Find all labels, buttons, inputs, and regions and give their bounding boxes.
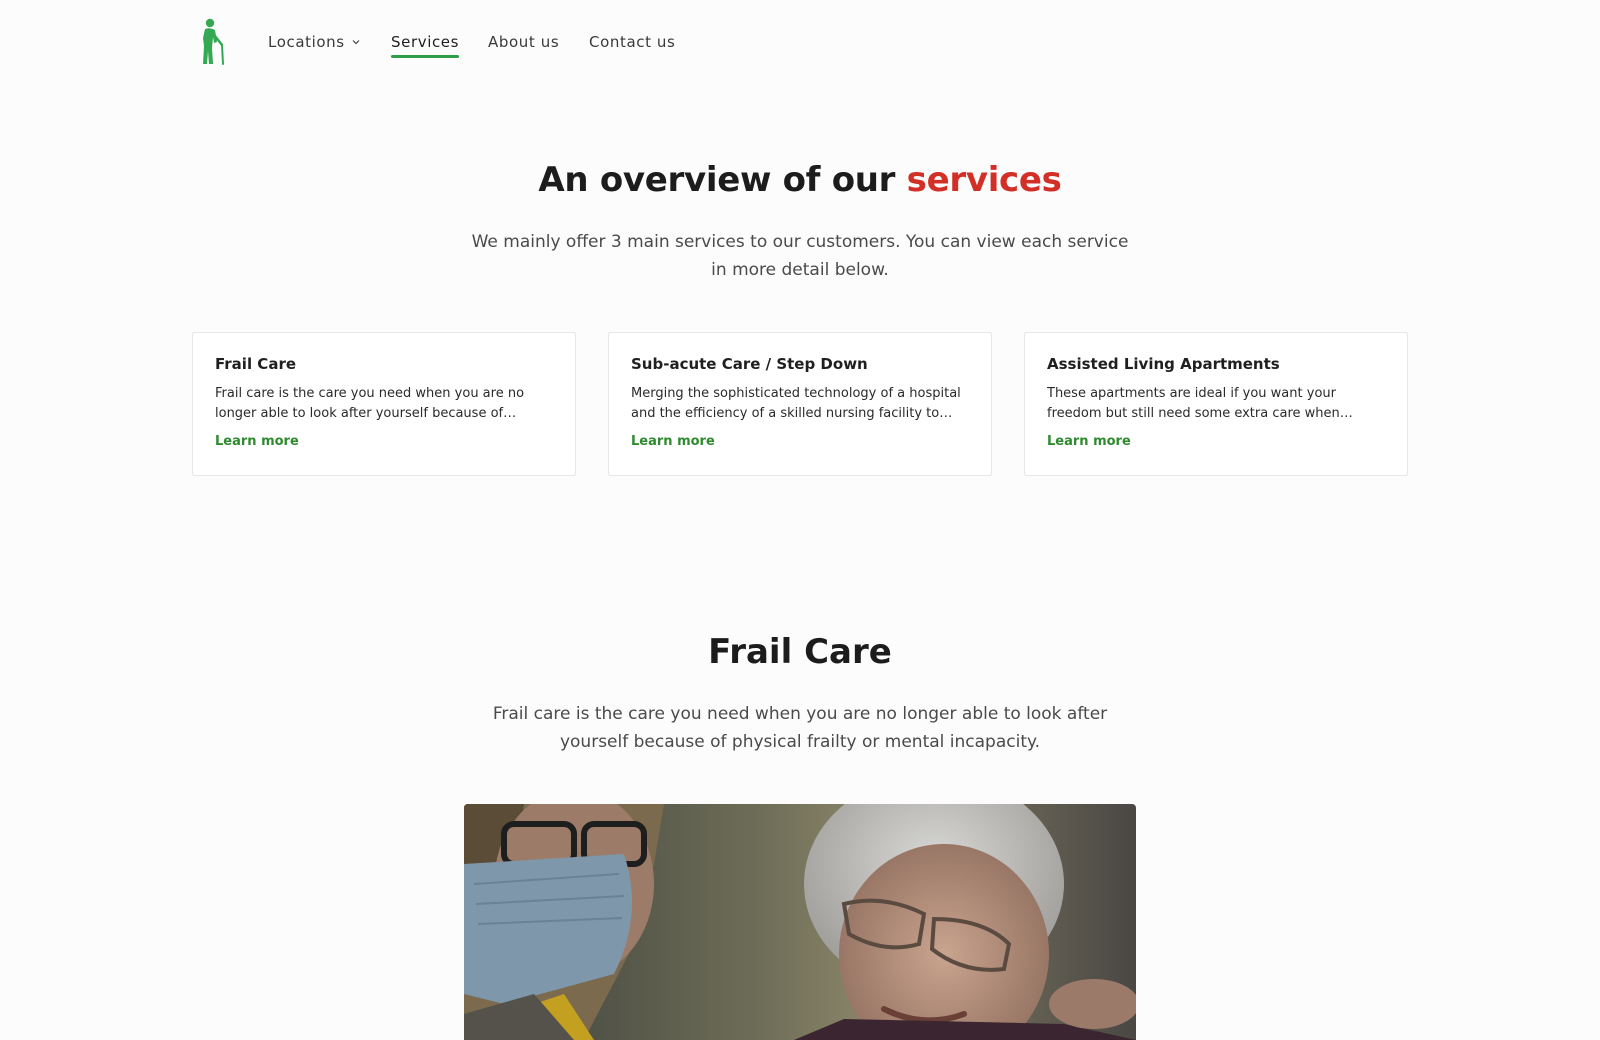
caregiver-with-elderly-woman-image bbox=[464, 804, 1136, 1040]
card-title: Frail Care bbox=[215, 355, 297, 373]
card-description: These apartments are ideal if you want y… bbox=[1047, 386, 1340, 421]
overview-title: An overview of our services bbox=[0, 160, 1600, 200]
frail-care-title: Frail Care bbox=[708, 632, 892, 672]
card-description: Merging the sophisticated technology of … bbox=[631, 386, 961, 421]
nav-item-services[interactable]: Services bbox=[391, 30, 460, 58]
learn-more-link[interactable]: Learn more bbox=[1047, 434, 1131, 449]
nav-item-locations[interactable]: Locations bbox=[268, 30, 360, 54]
elderly-person-with-cane-icon[interactable] bbox=[200, 18, 228, 66]
top-navigation: Locations Services About us Contact us bbox=[0, 0, 1600, 84]
card-description: Frail care is the care you need when you… bbox=[215, 386, 525, 421]
nav-item-contact-us[interactable]: Contact us bbox=[589, 30, 675, 54]
frail-care-photo bbox=[464, 804, 1136, 1040]
overview-subtitle: We mainly offer 3 main services to our c… bbox=[471, 232, 1129, 280]
learn-more-link[interactable]: Learn more bbox=[631, 434, 715, 449]
service-card-sub-acute-care: Sub-acute Care / Step Down Merging the s… bbox=[608, 332, 992, 476]
overview-title-accent: services bbox=[906, 160, 1062, 200]
nav-item-label: About us bbox=[488, 33, 560, 51]
service-card-frail-care: Frail Care Frail care is the care you ne… bbox=[192, 332, 576, 476]
chevron-down-icon bbox=[352, 40, 360, 45]
frail-care-subtitle: Frail care is the care you need when you… bbox=[492, 704, 1108, 752]
overview-title-prefix: An overview of our bbox=[538, 160, 907, 200]
service-card-assisted-living: Assisted Living Apartments These apartme… bbox=[1024, 332, 1408, 476]
nav-item-label: Services bbox=[391, 33, 460, 51]
nav-item-label: Contact us bbox=[589, 33, 676, 51]
card-title: Sub-acute Care / Step Down bbox=[631, 355, 868, 373]
card-title: Assisted Living Apartments bbox=[1047, 355, 1280, 373]
nav-item-label: Locations bbox=[268, 33, 345, 51]
nav-item-about-us[interactable]: About us bbox=[488, 30, 559, 54]
learn-more-link[interactable]: Learn more bbox=[215, 434, 299, 449]
